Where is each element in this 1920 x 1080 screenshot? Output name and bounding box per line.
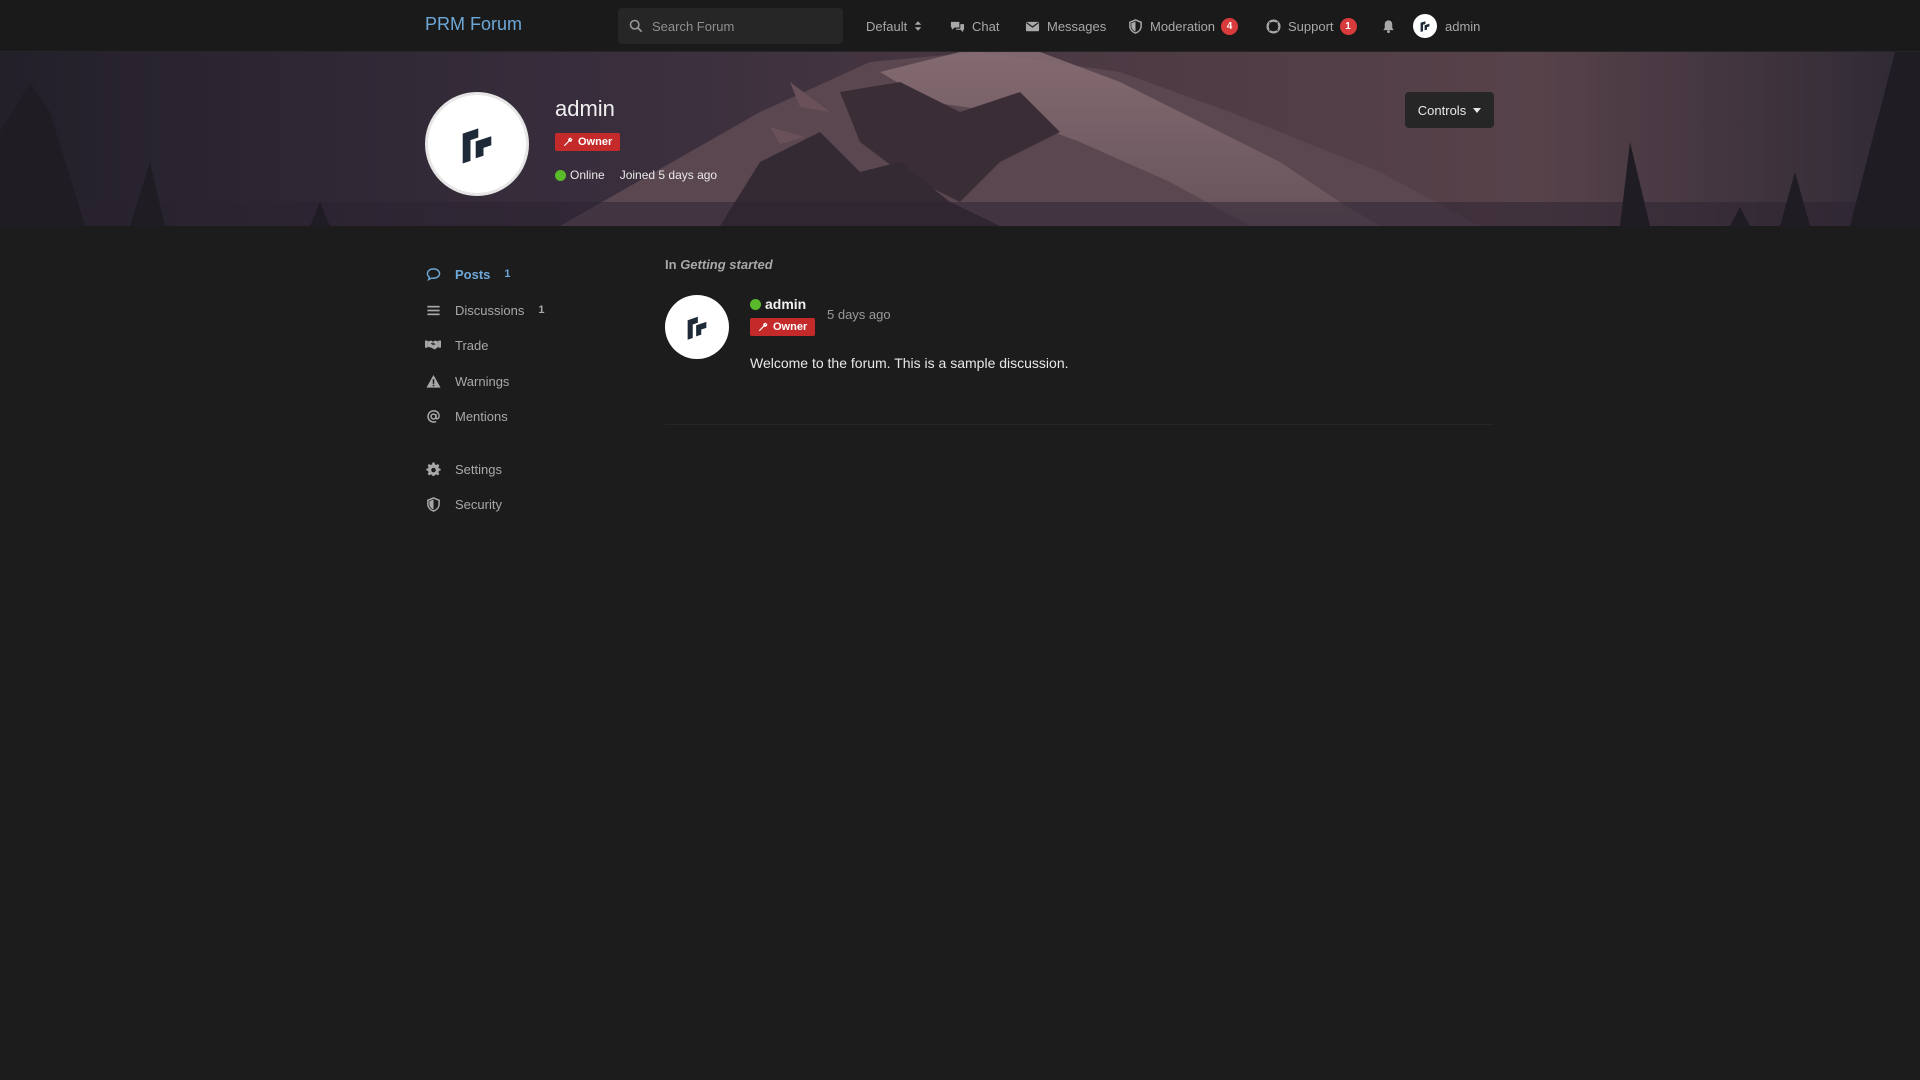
theme-selector[interactable]: Default — [866, 0, 922, 52]
profile-status-line: Online Joined 5 days ago — [555, 168, 717, 182]
mountain-background — [0, 52, 1920, 226]
sidebar-item-posts-label: Posts — [455, 266, 491, 282]
user-menu[interactable]: admin — [1413, 0, 1480, 52]
post-badge-label: Owner — [773, 321, 808, 333]
profile-hero-banner — [0, 52, 1920, 226]
post-divider — [665, 424, 1493, 425]
chat-link[interactable]: Chat — [950, 0, 999, 52]
post-discussion-context: In Getting started — [665, 257, 773, 272]
caret-down-icon — [1473, 107, 1482, 113]
messages-link[interactable]: Messages — [1025, 0, 1106, 52]
top-navbar: PRM Forum Default Chat Messages Moderati… — [0, 0, 1920, 52]
sidebar-item-discussions-label: Discussions — [455, 302, 525, 318]
chat-label: Chat — [972, 18, 1000, 34]
search-icon — [629, 19, 643, 33]
online-indicator — [750, 298, 761, 310]
shield-icon — [426, 496, 440, 512]
sidebar-item-settings[interactable]: Settings — [425, 459, 502, 479]
support-label: Support — [1288, 18, 1334, 34]
sidebar-item-mentions[interactable]: Mentions — [425, 406, 508, 426]
prm-logo-icon — [687, 316, 707, 340]
post-author-name: admin — [765, 296, 807, 312]
post-context-prefix: In — [665, 257, 677, 272]
comment-icon — [426, 267, 440, 281]
handshake-icon — [425, 340, 441, 350]
moderation-link[interactable]: Moderation 4 — [1128, 0, 1239, 52]
notifications-button[interactable] — [1381, 0, 1396, 52]
prm-logo-icon — [1420, 21, 1430, 32]
search-box[interactable] — [618, 8, 843, 44]
sidebar-item-mentions-label: Mentions — [455, 408, 508, 424]
list-icon — [426, 305, 440, 315]
wrench-icon — [758, 322, 768, 332]
bell-icon — [1383, 19, 1394, 33]
profile-avatar[interactable] — [425, 92, 529, 196]
controls-dropdown-button[interactable]: Controls — [1405, 92, 1494, 128]
at-icon — [426, 409, 440, 423]
discussions-count: 1 — [538, 304, 545, 316]
sort-icon — [915, 21, 922, 31]
post-author-avatar[interactable] — [665, 295, 729, 359]
chat-icon — [950, 21, 965, 32]
online-status: Online — [570, 168, 605, 182]
gear-icon — [425, 462, 441, 476]
sidebar-item-posts[interactable]: Posts 1 — [425, 264, 511, 284]
sidebar-item-discussions[interactable]: Discussions 1 — [425, 300, 544, 320]
sidebar-item-trade[interactable]: Trade — [425, 335, 488, 355]
life-ring-icon — [1266, 18, 1281, 34]
sidebar-item-warnings-label: Warnings — [455, 373, 510, 389]
profile-username: admin — [555, 96, 615, 121]
sidebar-item-settings-label: Settings — [455, 461, 502, 477]
online-indicator — [555, 169, 566, 181]
sidebar-item-trade-label: Trade — [455, 337, 489, 353]
owner-group-badge: Owner — [555, 133, 621, 151]
prm-logo-icon — [462, 128, 492, 164]
warning-icon — [425, 374, 441, 388]
sidebar-item-security-label: Security — [455, 496, 502, 512]
controls-label: Controls — [1417, 102, 1467, 118]
search-input[interactable] — [652, 18, 832, 34]
sidebar-item-security[interactable]: Security — [425, 494, 502, 514]
theme-selector-label: Default — [866, 18, 908, 34]
post-timestamp[interactable]: 5 days ago — [827, 307, 891, 322]
wrench-icon — [563, 137, 573, 147]
shield-icon — [1129, 18, 1142, 34]
joined-date: Joined 5 days ago — [619, 168, 718, 182]
posts-count: 1 — [504, 268, 511, 280]
discussion-title-link[interactable]: Getting started — [680, 257, 772, 272]
user-menu-label: admin — [1445, 18, 1481, 34]
envelope-icon — [1025, 21, 1040, 31]
post-author[interactable]: admin — [750, 296, 806, 312]
forum-brand-link[interactable]: PRM Forum — [425, 14, 522, 35]
messages-label: Messages — [1047, 18, 1107, 34]
avatar — [1413, 14, 1437, 38]
post-body: Welcome to the forum. This is a sample d… — [750, 355, 1069, 371]
moderation-label: Moderation — [1150, 18, 1216, 34]
post-owner-badge: Owner — [750, 318, 816, 336]
moderation-count-badge: 4 — [1221, 17, 1239, 35]
owner-badge-label: Owner — [578, 136, 613, 148]
sidebar-item-warnings[interactable]: Warnings — [425, 371, 509, 391]
support-link[interactable]: Support 1 — [1266, 0, 1357, 52]
support-count-badge: 1 — [1339, 17, 1357, 35]
